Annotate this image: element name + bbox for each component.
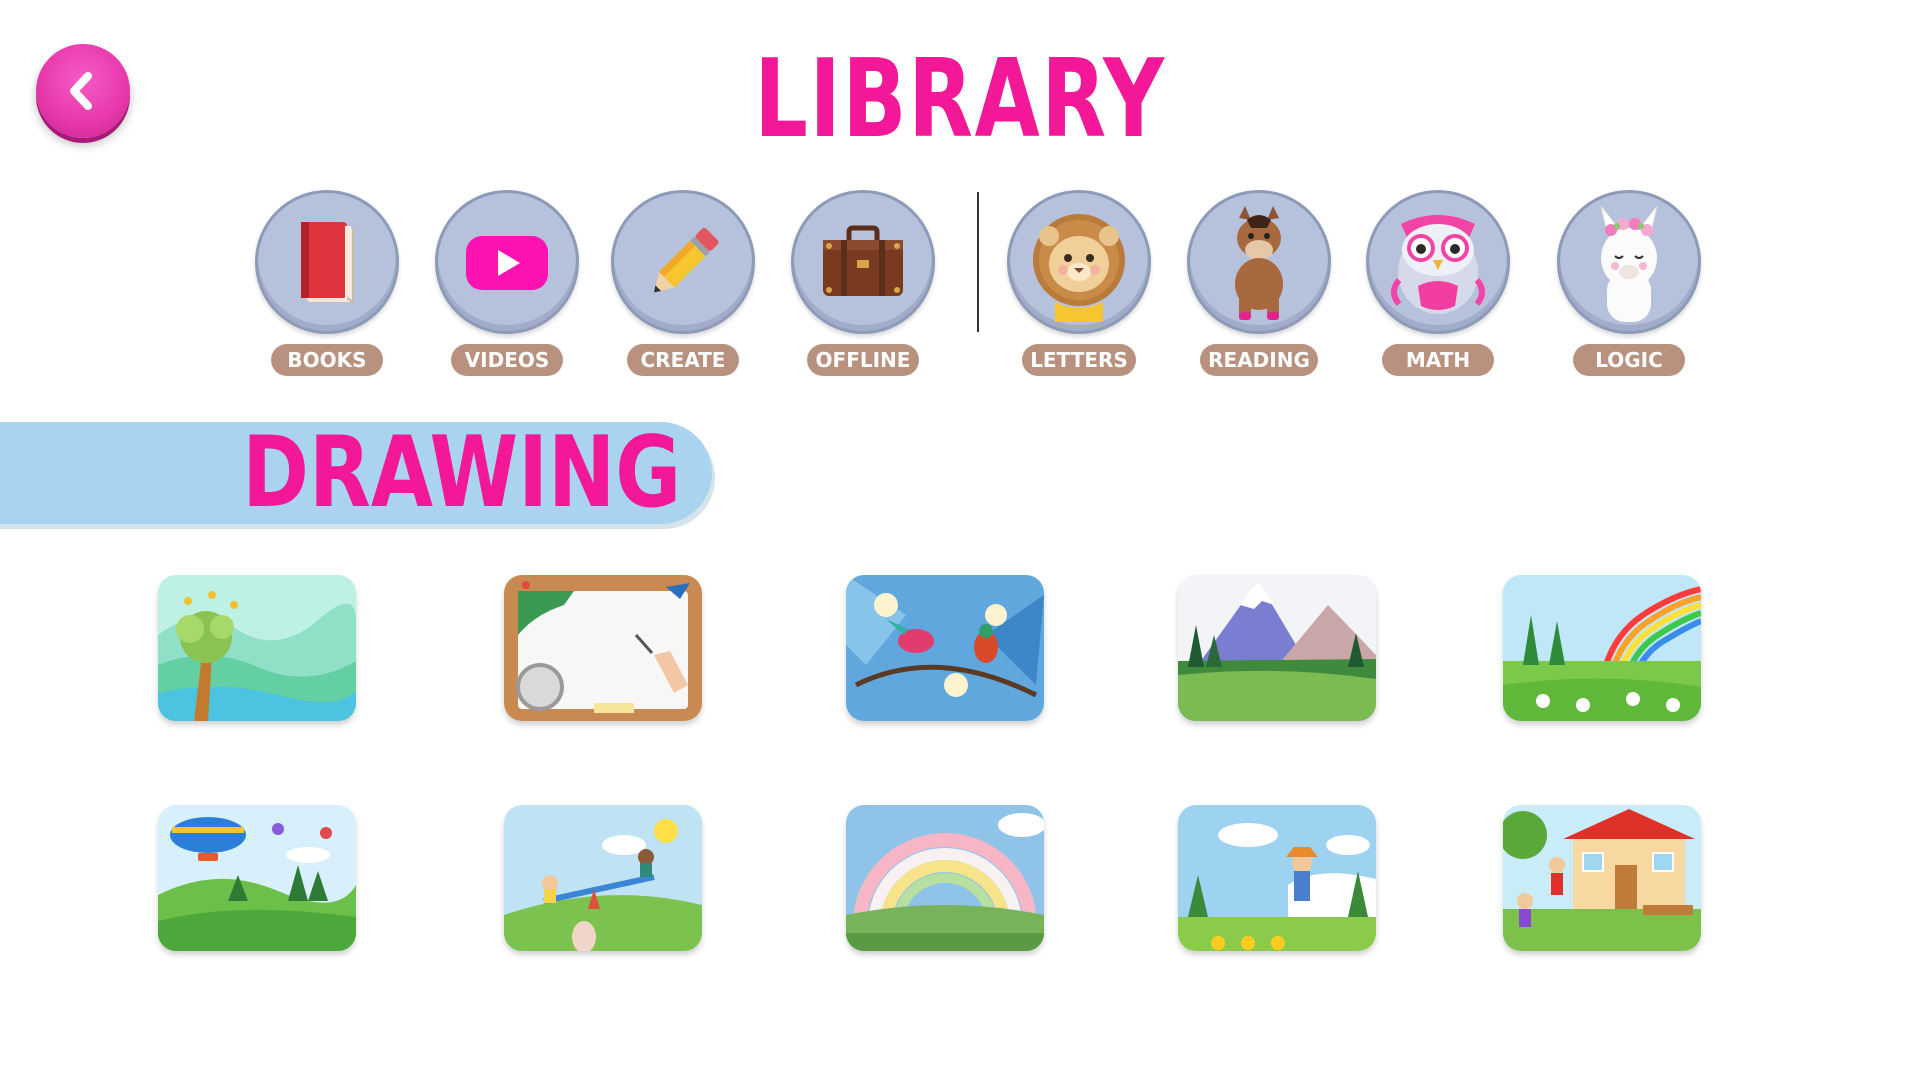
birds-flowers-image [846,575,1044,721]
suitcase-icon [823,225,903,296]
chevron-left-icon [70,72,92,110]
house-kids-image [1503,805,1701,951]
palm-meadow-image [158,575,356,721]
pencil-icon [654,227,719,293]
red-book-icon [301,222,354,304]
category-label: BOOKS [271,344,383,376]
category-label: CREATE [627,344,739,376]
library-screen: LIBRARY BOOKS VIDEOS CREATE OFFLINE LETT… [0,0,1920,1080]
page-title: LIBRARY [754,37,1166,162]
airship-hills-thumbnail[interactable] [158,805,356,951]
category-create[interactable]: CREATE [608,190,758,376]
category-offline[interactable]: OFFLINE [788,190,938,376]
back-button[interactable] [36,44,130,138]
llama-icon [1600,205,1658,322]
category-circle [611,190,755,334]
category-math[interactable]: MATH [1363,190,1513,376]
pastel-rainbow-image [846,805,1044,951]
category-circle [791,190,935,334]
category-label: OFFLINE [807,344,919,376]
drawing-board-thumbnail[interactable] [504,575,702,721]
category-circle [255,190,399,334]
mountain-lake-thumbnail[interactable] [1178,575,1376,721]
lion-icon [1033,214,1125,322]
category-circle [1557,190,1701,334]
boy-gardening-image [1178,805,1376,951]
birds-flowers-thumbnail[interactable] [846,575,1044,721]
category-label: LETTERS [1022,344,1136,376]
video-play-icon [466,236,548,290]
seesaw-kids-thumbnail[interactable] [504,805,702,951]
drawing-board-image [504,575,702,721]
category-reading[interactable]: READING [1184,190,1334,376]
category-logic[interactable]: LOGIC [1554,190,1704,376]
category-circle [1187,190,1331,334]
category-letters[interactable]: LETTERS [1004,190,1154,376]
category-circle [1366,190,1510,334]
section-title: DRAWING [242,416,682,530]
seesaw-kids-image [504,805,702,951]
category-label: LOGIC [1573,344,1685,376]
boy-gardening-thumbnail[interactable] [1178,805,1376,951]
airship-hills-image [158,805,356,951]
rainbow-field-image [1503,575,1701,721]
category-label: MATH [1382,344,1494,376]
rainbow-field-thumbnail[interactable] [1503,575,1701,721]
category-label: READING [1200,344,1318,376]
horse-icon [1235,206,1283,320]
house-kids-thumbnail[interactable] [1503,805,1701,951]
palm-meadow-thumbnail[interactable] [158,575,356,721]
category-circle [435,190,579,334]
category-divider [977,192,979,332]
category-label: VIDEOS [451,344,563,376]
mountain-lake-image [1178,575,1376,721]
category-videos[interactable]: VIDEOS [432,190,582,376]
owl-icon [1391,215,1485,314]
pastel-rainbow-thumbnail[interactable] [846,805,1044,951]
category-books[interactable]: BOOKS [252,190,402,376]
category-circle [1007,190,1151,334]
